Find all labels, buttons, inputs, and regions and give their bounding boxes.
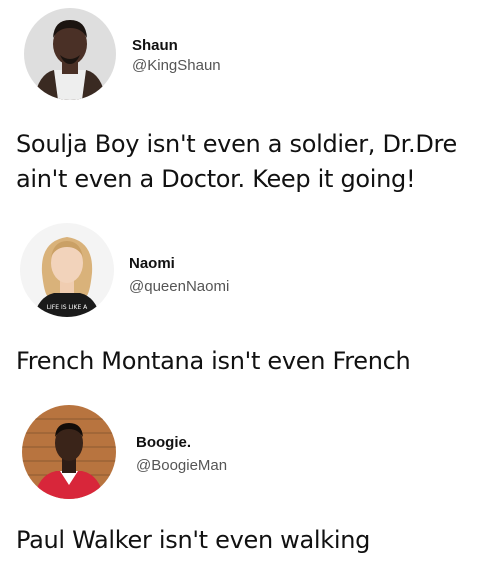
- post-text: Soulja Boy isn't even a soldier, Dr.Dre …: [16, 130, 458, 193]
- avatar-boogie[interactable]: [22, 405, 116, 499]
- avatar-naomi-image: LIFE IS LIKE A: [20, 223, 114, 317]
- author-name[interactable]: Boogie.: [136, 434, 191, 451]
- avatar-shirt-text: LIFE IS LIKE A: [47, 304, 88, 311]
- author-handle[interactable]: @KingShaun: [132, 57, 221, 74]
- avatar-shaun[interactable]: [24, 8, 116, 100]
- author-handle[interactable]: @BoogieMan: [136, 457, 227, 474]
- post-2: LIFE IS LIKE A Naomi @queenNaomi French …: [0, 215, 480, 395]
- author-name[interactable]: Shaun: [132, 37, 178, 54]
- author-name[interactable]: Naomi: [129, 255, 175, 272]
- post-1: Shaun @KingShaun Soulja Boy isn't even a…: [0, 0, 480, 215]
- post-text: French Montana isn't even French: [16, 347, 411, 375]
- post-text: Paul Walker isn't even walking: [16, 526, 371, 554]
- avatar-boogie-image: [22, 405, 116, 499]
- post-3: Boogie. @BoogieMan Paul Walker isn't eve…: [0, 395, 480, 566]
- avatar-naomi[interactable]: LIFE IS LIKE A: [20, 223, 114, 317]
- avatar-shaun-image: [24, 8, 116, 100]
- author-handle[interactable]: @queenNaomi: [129, 278, 229, 295]
